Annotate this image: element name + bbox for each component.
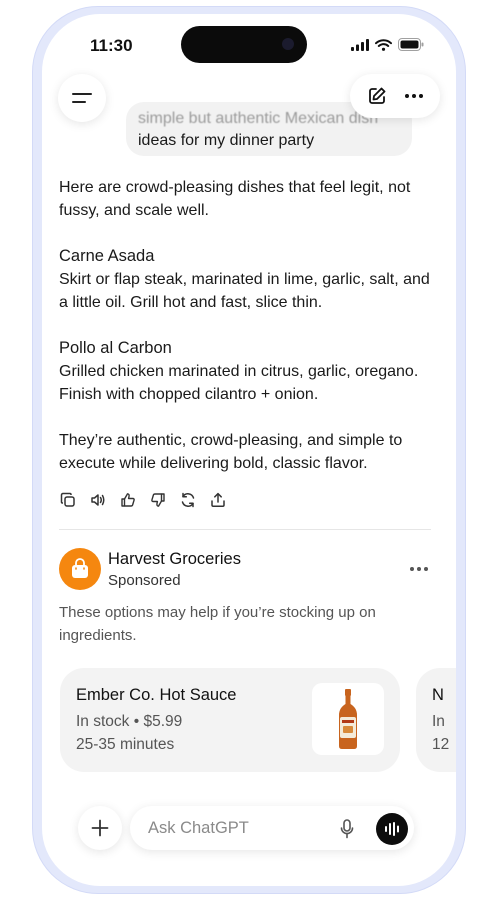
message-input[interactable] xyxy=(148,806,328,850)
composer xyxy=(130,806,414,850)
phone-screen: 11:30 simple but authentic Mexican dish … xyxy=(42,14,456,886)
menu-button[interactable] xyxy=(58,74,106,122)
thumbs-up-icon[interactable] xyxy=(120,492,136,508)
header-actions xyxy=(350,74,440,118)
new-chat-icon[interactable] xyxy=(367,86,387,106)
voice-waveform-icon xyxy=(385,822,399,836)
dish-block: Pollo al Carbon Grilled chicken marinate… xyxy=(59,337,439,406)
product-image xyxy=(312,683,384,755)
brand-name[interactable]: Harvest Groceries xyxy=(108,550,241,569)
dynamic-island xyxy=(181,26,307,63)
battery-icon xyxy=(398,38,424,51)
status-time: 11:30 xyxy=(90,36,133,55)
product-card[interactable]: N In 12 xyxy=(416,668,456,772)
shopping-bag-icon xyxy=(72,558,88,578)
dish-title: Pollo al Carbon xyxy=(59,339,172,357)
assistant-outro: They’re authentic, crowd-pleasing, and s… xyxy=(59,432,403,472)
brand-logo[interactable] xyxy=(59,548,101,590)
dish-title: Carne Asada xyxy=(59,247,155,265)
product-name: Ember Co. Hot Sauce xyxy=(76,686,237,704)
dish-description: Skirt or flap steak, marinated in lime, … xyxy=(59,271,430,311)
sponsored-label: Sponsored xyxy=(108,572,181,589)
assistant-intro: Here are crowd-pleasing dishes that feel… xyxy=(59,179,411,219)
more-options-icon[interactable] xyxy=(404,93,424,99)
regenerate-icon[interactable] xyxy=(180,492,196,508)
speaker-icon[interactable] xyxy=(90,492,106,508)
user-message-line: ideas for my dinner party xyxy=(138,132,315,149)
message-actions xyxy=(60,492,226,508)
sponsored-message: These options may help if you’re stockin… xyxy=(59,604,376,644)
product-delivery-time: 12 xyxy=(432,736,450,753)
dish-block: Carne Asada Skirt or flap steak, marinat… xyxy=(59,245,439,314)
cellular-signal-icon xyxy=(351,38,369,51)
thumbs-down-icon[interactable] xyxy=(150,492,166,508)
divider xyxy=(59,529,431,530)
product-delivery-time: 25-35 minutes xyxy=(76,736,175,753)
product-stock-price: In stock • $5.99 xyxy=(76,713,183,730)
menu-icon xyxy=(72,93,92,103)
product-stock-price: In xyxy=(432,713,445,730)
voice-mode-button[interactable] xyxy=(376,813,408,845)
status-icons xyxy=(351,38,424,51)
assistant-message: Here are crowd-pleasing dishes that feel… xyxy=(59,176,439,498)
product-card[interactable]: Ember Co. Hot Sauce In stock • $5.99 25-… xyxy=(60,668,400,772)
copy-icon[interactable] xyxy=(60,492,76,508)
plus-icon xyxy=(91,819,109,837)
ad-options-icon[interactable] xyxy=(410,567,428,571)
share-icon[interactable] xyxy=(210,492,226,508)
hot-sauce-bottle-icon xyxy=(339,689,357,749)
microphone-icon[interactable] xyxy=(340,819,354,839)
product-name: N xyxy=(432,686,444,704)
wifi-icon xyxy=(375,38,392,51)
attach-button[interactable] xyxy=(78,806,122,850)
camera-icon xyxy=(282,38,294,50)
dish-description: Grilled chicken marinated in citrus, gar… xyxy=(59,363,419,403)
